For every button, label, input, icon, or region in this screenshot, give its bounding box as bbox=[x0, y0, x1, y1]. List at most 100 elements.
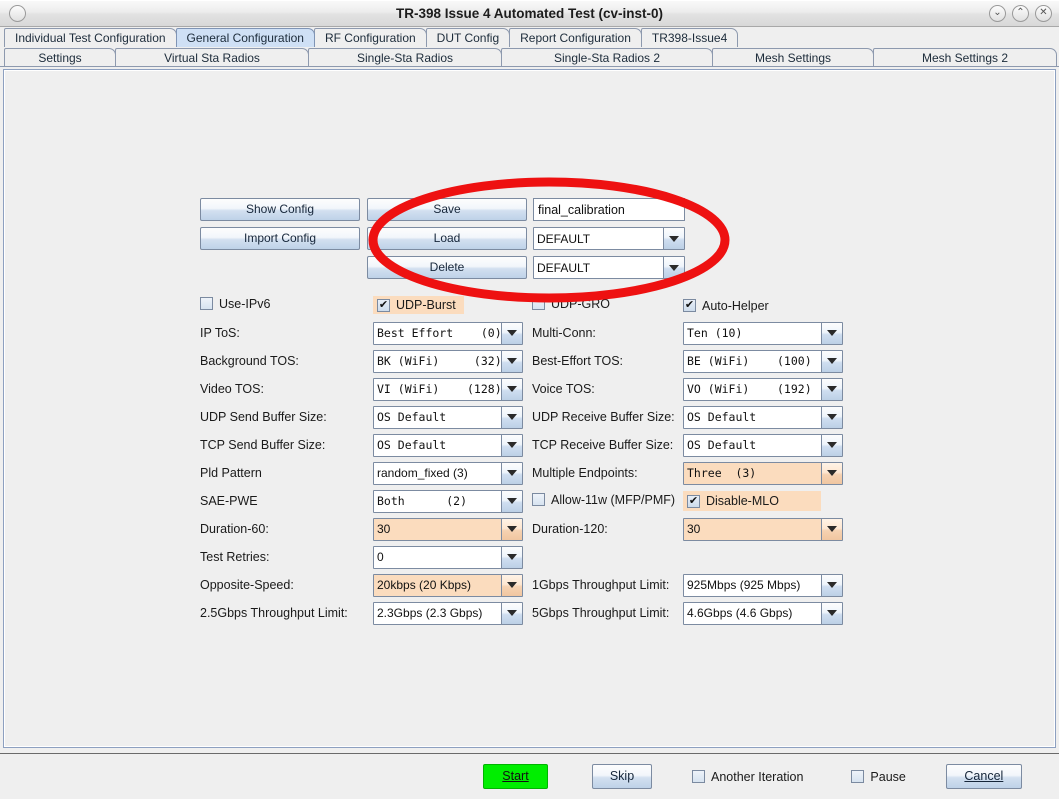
delete-button[interactable]: Delete bbox=[367, 256, 527, 279]
checkbox-box-icon: ✔ bbox=[377, 298, 390, 312]
checkbox-label: Pause bbox=[870, 769, 906, 784]
tab-single-sta-radios-2[interactable]: Single-Sta Radios 2 bbox=[501, 48, 713, 66]
import-config-button[interactable]: Import Config bbox=[200, 227, 360, 250]
load-button[interactable]: Load bbox=[367, 227, 527, 250]
video-tos-select[interactable]: VI (WiFi) (128) bbox=[373, 377, 523, 401]
load-config-select[interactable]: DEFAULT bbox=[533, 227, 685, 250]
label-multi-conn: Multi-Conn: bbox=[532, 326, 596, 340]
config-row-save: Show Config Save bbox=[200, 198, 843, 221]
udp-send-buffer-size-select[interactable]: OS Default bbox=[373, 405, 523, 429]
background-tos-value: BK (WiFi) (32) bbox=[377, 354, 501, 368]
tab-dut-config[interactable]: DUT Config bbox=[425, 28, 511, 47]
window-title-bar: TR-398 Issue 4 Automated Test (cv-inst-0… bbox=[0, 0, 1059, 27]
tab-mesh-settings[interactable]: Mesh Settings bbox=[712, 48, 874, 66]
chevron-down-icon[interactable] bbox=[821, 602, 842, 624]
chevron-down-icon[interactable] bbox=[821, 434, 842, 456]
chevron-down-icon[interactable] bbox=[501, 546, 522, 568]
5gbps-throughput-limit-select[interactable]: 4.6Gbps (4.6 Gbps) bbox=[683, 601, 843, 625]
chevron-down-icon[interactable] bbox=[501, 406, 522, 428]
chevron-down-icon[interactable] bbox=[821, 574, 842, 596]
label-voice-tos: Voice TOS: bbox=[532, 382, 595, 396]
checkbox-label: Disable-MLO bbox=[706, 494, 779, 508]
chevron-down-icon[interactable] bbox=[821, 378, 842, 400]
chevron-down-icon[interactable] bbox=[501, 462, 522, 484]
test-retries-value: 0 bbox=[377, 550, 384, 564]
chevron-down-icon[interactable] bbox=[501, 434, 522, 456]
2-5gbps-throughput-limit-value: 2.3Gbps (2.3 Gbps) bbox=[377, 606, 483, 620]
chevron-down-icon[interactable] bbox=[821, 462, 842, 484]
chevron-down-icon[interactable] bbox=[501, 378, 522, 400]
tab-tr398-issue4[interactable]: TR398-Issue4 bbox=[640, 28, 739, 47]
chevron-down-icon[interactable] bbox=[821, 350, 842, 372]
duration-120-select[interactable]: 30 bbox=[683, 517, 843, 541]
chevron-down-icon[interactable] bbox=[821, 322, 842, 344]
checkbox-pause[interactable]: Pause bbox=[851, 769, 906, 784]
chevron-down-icon[interactable] bbox=[663, 257, 684, 278]
chevron-down-icon[interactable] bbox=[821, 518, 842, 540]
checkbox-another-iteration[interactable]: Another Iteration bbox=[692, 770, 803, 784]
load-config-value: DEFAULT bbox=[537, 231, 591, 246]
checkbox-label: Use-IPv6 bbox=[219, 296, 271, 311]
tcp-send-buffer-size-select[interactable]: OS Default bbox=[373, 433, 523, 457]
secondary-tab-bar-wrap: Settings Virtual Sta Radios Single-Sta R… bbox=[0, 47, 1059, 67]
1gbps-throughput-limit-select[interactable]: 925Mbps (925 Mbps) bbox=[683, 573, 843, 597]
best-effort-tos-value: BE (WiFi) (100) bbox=[687, 354, 812, 368]
checkbox-use-ipv6[interactable]: Use-IPv6 bbox=[200, 297, 270, 311]
chevron-down-icon[interactable] bbox=[821, 406, 842, 428]
tab-rf-configuration[interactable]: RF Configuration bbox=[313, 28, 427, 47]
udp-receive-buffer-size-select[interactable]: OS Default bbox=[683, 405, 843, 429]
checkbox-udp-gro[interactable]: UDP-GRO bbox=[532, 297, 610, 311]
duration-60-select[interactable]: 30 bbox=[373, 517, 523, 541]
minimize-icon[interactable]: ⌄ bbox=[989, 4, 1006, 22]
tab-single-sta-radios[interactable]: Single-Sta Radios bbox=[308, 48, 502, 66]
multi-conn-select[interactable]: Ten (10) bbox=[683, 321, 843, 345]
best-effort-tos-select[interactable]: BE (WiFi) (100) bbox=[683, 349, 843, 373]
pld-pattern-select[interactable]: random_fixed (3) bbox=[373, 461, 523, 485]
save-button[interactable]: Save bbox=[367, 198, 527, 221]
tcp-receive-buffer-size-select[interactable]: OS Default bbox=[683, 433, 843, 457]
checkbox-disable-mlo[interactable]: ✔ Disable-MLO bbox=[683, 491, 821, 511]
tab-report-configuration[interactable]: Report Configuration bbox=[509, 28, 642, 47]
tab-general-configuration[interactable]: General Configuration bbox=[175, 28, 315, 47]
start-button[interactable]: Start bbox=[483, 764, 548, 789]
2-5gbps-throughput-limit-select[interactable]: 2.3Gbps (2.3 Gbps) bbox=[373, 601, 523, 625]
test-retries-select[interactable]: 0 bbox=[373, 545, 523, 569]
save-config-name-input[interactable] bbox=[533, 198, 685, 221]
tab-settings[interactable]: Settings bbox=[4, 48, 116, 66]
ip-tos-select[interactable]: Best Effort (0) bbox=[373, 321, 523, 345]
udp-receive-buffer-size-value: OS Default bbox=[687, 410, 757, 424]
chevron-down-icon[interactable] bbox=[501, 602, 522, 624]
tab-mesh-settings-2[interactable]: Mesh Settings 2 bbox=[873, 48, 1057, 66]
tab-individual-test-configuration[interactable]: Individual Test Configuration bbox=[4, 28, 177, 47]
close-icon[interactable]: ✕ bbox=[1035, 4, 1052, 22]
chevron-down-icon[interactable] bbox=[501, 518, 522, 540]
delete-config-value: DEFAULT bbox=[537, 260, 591, 275]
background-tos-select[interactable]: BK (WiFi) (32) bbox=[373, 349, 523, 373]
window-menu-icon[interactable] bbox=[9, 4, 26, 22]
voice-tos-select[interactable]: VO (WiFi) (192) bbox=[683, 377, 843, 401]
chevron-down-icon[interactable] bbox=[501, 574, 522, 596]
opposite-speed-select[interactable]: 20kbps (20 Kbps) bbox=[373, 573, 523, 597]
cancel-button[interactable]: Cancel bbox=[945, 764, 1022, 789]
tab-virtual-sta-radios[interactable]: Virtual Sta Radios bbox=[115, 48, 309, 66]
chevron-down-icon[interactable] bbox=[501, 350, 522, 372]
chevron-down-icon[interactable] bbox=[501, 322, 522, 344]
chevron-down-icon[interactable] bbox=[663, 228, 684, 249]
checkbox-auto-helper[interactable]: ✔ Auto-Helper bbox=[683, 299, 769, 313]
checkbox-allow-11w[interactable]: Allow-11w (MFP/PMF) bbox=[532, 493, 675, 507]
sae-pwe-select[interactable]: Both (2) bbox=[373, 489, 523, 513]
row-video-tos: Video TOS: VI (WiFi) (128) Voice TOS: VO… bbox=[200, 375, 843, 403]
checkbox-box-icon bbox=[532, 493, 545, 507]
pld-pattern-value: random_fixed (3) bbox=[377, 466, 468, 480]
multi-conn-value: Ten (10) bbox=[687, 326, 743, 340]
checkbox-box-icon bbox=[532, 297, 545, 311]
action-bar: Start Skip Another Iteration Pause Cance… bbox=[0, 753, 1059, 799]
checkbox-udp-burst[interactable]: ✔ UDP-Burst bbox=[373, 296, 464, 314]
multiple-endpoints-select[interactable]: Three (3) bbox=[683, 461, 843, 485]
delete-config-select[interactable]: DEFAULT bbox=[533, 256, 685, 279]
maximize-icon[interactable]: ⌃ bbox=[1012, 4, 1029, 22]
duration-120-value: 30 bbox=[687, 522, 701, 536]
show-config-button[interactable]: Show Config bbox=[200, 198, 360, 221]
chevron-down-icon[interactable] bbox=[501, 490, 522, 512]
skip-button[interactable]: Skip bbox=[592, 764, 652, 789]
